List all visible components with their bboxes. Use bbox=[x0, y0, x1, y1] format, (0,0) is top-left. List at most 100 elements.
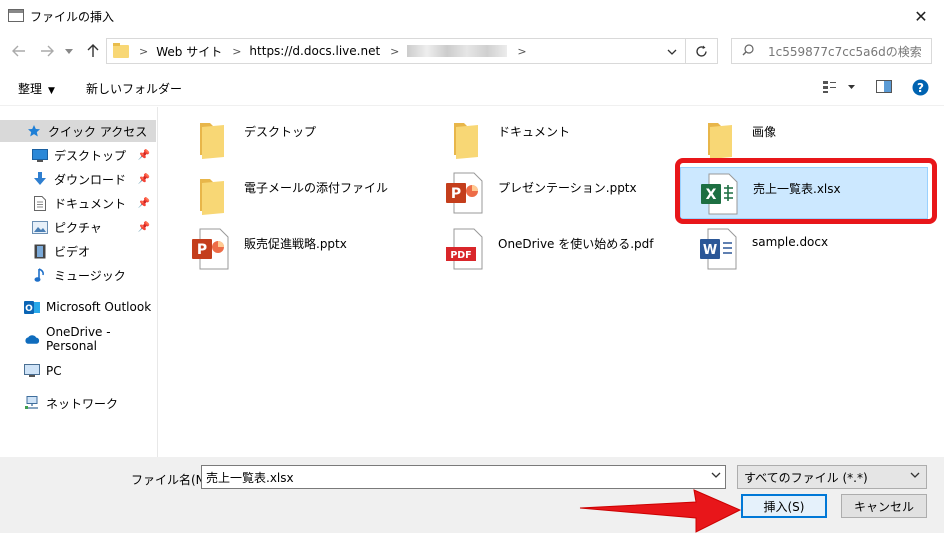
pc-icon bbox=[24, 364, 40, 378]
file-name: デスクトップ bbox=[244, 125, 317, 139]
file-name: 画像 bbox=[752, 125, 777, 139]
pin-icon: 📌 bbox=[137, 173, 150, 185]
folder-icon bbox=[113, 42, 129, 58]
folder-icon bbox=[708, 123, 732, 159]
address-field[interactable]: > Web サイト > https://d.docs.live.net > > bbox=[106, 38, 686, 64]
file-name: OneDrive を使い始める.pdf bbox=[498, 237, 654, 251]
address-dropdown[interactable] bbox=[667, 45, 677, 58]
sidebar-item-label: ドキュメント bbox=[54, 196, 127, 211]
sidebar-item-pc[interactable]: PC bbox=[0, 360, 156, 382]
footer-bar: ファイル名(N): 売上一覧表.xlsx すべてのファイル (*.*) 挿入(S… bbox=[0, 457, 944, 533]
search-field[interactable]: 1c559877c7cc5a6dの検索 bbox=[731, 38, 932, 64]
sidebar-item-onedrive[interactable]: OneDrive - Personal bbox=[0, 325, 156, 353]
arrow-right-icon bbox=[41, 45, 54, 57]
view-options-button[interactable] bbox=[822, 80, 856, 97]
recent-dropdown[interactable] bbox=[62, 40, 76, 62]
file-item[interactable]: 画像 bbox=[680, 111, 928, 163]
word-file-icon: W bbox=[700, 228, 737, 270]
caret-down-icon: ▼ bbox=[48, 86, 55, 96]
desktop-icon bbox=[32, 148, 48, 162]
chevron-down-icon bbox=[65, 48, 73, 54]
pointer-arrow-icon bbox=[579, 489, 742, 533]
sidebar-item-videos[interactable]: ビデオ bbox=[0, 240, 156, 262]
file-item[interactable]: P 販売促進戦略.pptx bbox=[172, 223, 420, 275]
download-icon bbox=[32, 172, 48, 186]
filename-value: 売上一覧表.xlsx bbox=[206, 470, 294, 485]
powerpoint-file-icon: P bbox=[192, 228, 229, 270]
sidebar-item-label: クイック アクセス bbox=[48, 124, 148, 139]
document-icon bbox=[32, 195, 48, 211]
pin-icon: 📌 bbox=[137, 197, 150, 209]
pin-icon: 📌 bbox=[137, 149, 150, 161]
address-bar: > Web サイト > https://d.docs.live.net > > … bbox=[0, 32, 944, 70]
file-item[interactable]: W sample.docx bbox=[680, 223, 928, 275]
help-icon: ? bbox=[912, 79, 929, 96]
sidebar-item-label: PC bbox=[46, 364, 62, 378]
back-button[interactable] bbox=[8, 40, 30, 62]
cancel-button[interactable]: キャンセル bbox=[841, 494, 927, 518]
redacted-breadcrumb bbox=[407, 45, 508, 57]
folder-icon bbox=[200, 123, 224, 159]
file-item[interactable]: ドキュメント bbox=[426, 111, 674, 163]
sidebar-item-label: ビデオ bbox=[54, 244, 91, 259]
sidebar-item-downloads[interactable]: ダウンロード 📌 bbox=[0, 168, 156, 190]
sidebar-item-label: デスクトップ bbox=[54, 148, 127, 163]
filename-input[interactable]: 売上一覧表.xlsx bbox=[201, 465, 726, 489]
sidebar-item-pictures[interactable]: ピクチャ 📌 bbox=[0, 216, 156, 238]
sidebar-item-label: ピクチャ bbox=[54, 220, 102, 235]
breadcrumb-item[interactable]: Web サイト bbox=[156, 43, 222, 60]
search-icon bbox=[742, 43, 754, 59]
chevron-down-icon bbox=[667, 49, 677, 55]
up-button[interactable] bbox=[82, 40, 104, 62]
chevron-down-icon[interactable] bbox=[711, 470, 721, 481]
ppt-letter: P bbox=[197, 242, 207, 258]
filetype-value: すべてのファイル (*.*) bbox=[744, 470, 868, 485]
file-name: sample.docx bbox=[752, 235, 829, 249]
file-name: ドキュメント bbox=[498, 125, 571, 139]
help-button[interactable]: ? bbox=[912, 79, 929, 99]
file-item[interactable]: デスクトップ bbox=[172, 111, 420, 163]
folder-icon bbox=[200, 179, 224, 215]
highlight-box bbox=[675, 158, 937, 224]
sidebar-item-outlook[interactable]: O Microsoft Outlook bbox=[0, 296, 156, 318]
preview-pane-button[interactable] bbox=[876, 80, 892, 97]
svg-text:?: ? bbox=[917, 81, 924, 95]
svg-text:O: O bbox=[25, 304, 33, 314]
file-item[interactable]: PDF OneDrive を使い始める.pdf bbox=[426, 223, 674, 275]
chevron-right-icon: > bbox=[232, 44, 242, 58]
arrow-up-icon bbox=[87, 44, 99, 57]
file-item[interactable]: P プレゼンテーション.pptx bbox=[426, 167, 674, 219]
chevron-right-icon: > bbox=[139, 44, 149, 58]
close-button[interactable]: ✕ bbox=[898, 0, 944, 32]
sidebar-item-music[interactable]: ミュージック bbox=[0, 264, 156, 286]
organize-button[interactable]: 整理 ▼ bbox=[18, 80, 55, 97]
refresh-button[interactable] bbox=[686, 38, 718, 64]
filetype-select[interactable]: すべてのファイル (*.*) bbox=[737, 465, 927, 489]
word-letter: W bbox=[703, 243, 717, 258]
onedrive-icon bbox=[24, 332, 40, 346]
sidebar-item-desktop[interactable]: デスクトップ 📌 bbox=[0, 144, 156, 166]
video-icon bbox=[32, 244, 48, 258]
new-folder-button[interactable]: 新しいフォルダー bbox=[86, 80, 182, 97]
sidebar-item-label: OneDrive - Personal bbox=[46, 325, 111, 353]
outlook-icon: O bbox=[24, 300, 40, 314]
navigation-pane: クイック アクセス デスクトップ 📌 ダウンロード 📌 ドキュメント 📌 ピクチ… bbox=[0, 107, 158, 457]
breadcrumb-item[interactable]: https://d.docs.live.net bbox=[249, 44, 380, 58]
pdf-label: PDF bbox=[450, 250, 471, 261]
dialog-title: ファイルの挿入 bbox=[30, 10, 115, 24]
sidebar-item-network[interactable]: ネットワーク bbox=[0, 392, 156, 414]
sidebar-item-documents[interactable]: ドキュメント 📌 bbox=[0, 192, 156, 214]
search-placeholder: 1c559877c7cc5a6dの検索 bbox=[768, 44, 922, 59]
file-name: プレゼンテーション.pptx bbox=[498, 181, 637, 195]
star-icon bbox=[26, 124, 42, 138]
network-icon bbox=[24, 396, 40, 410]
title-bar: ファイルの挿入 ✕ bbox=[0, 0, 944, 32]
sidebar-item-label: ネットワーク bbox=[46, 396, 119, 411]
file-item[interactable]: 電子メールの添付ファイル bbox=[172, 167, 420, 219]
preview-pane-icon bbox=[876, 80, 892, 93]
chevron-right-icon: > bbox=[390, 44, 400, 58]
sidebar-item-quick-access[interactable]: クイック アクセス bbox=[0, 120, 156, 142]
forward-button[interactable] bbox=[36, 40, 58, 62]
refresh-icon bbox=[696, 45, 707, 57]
dialog-icon bbox=[8, 9, 24, 22]
